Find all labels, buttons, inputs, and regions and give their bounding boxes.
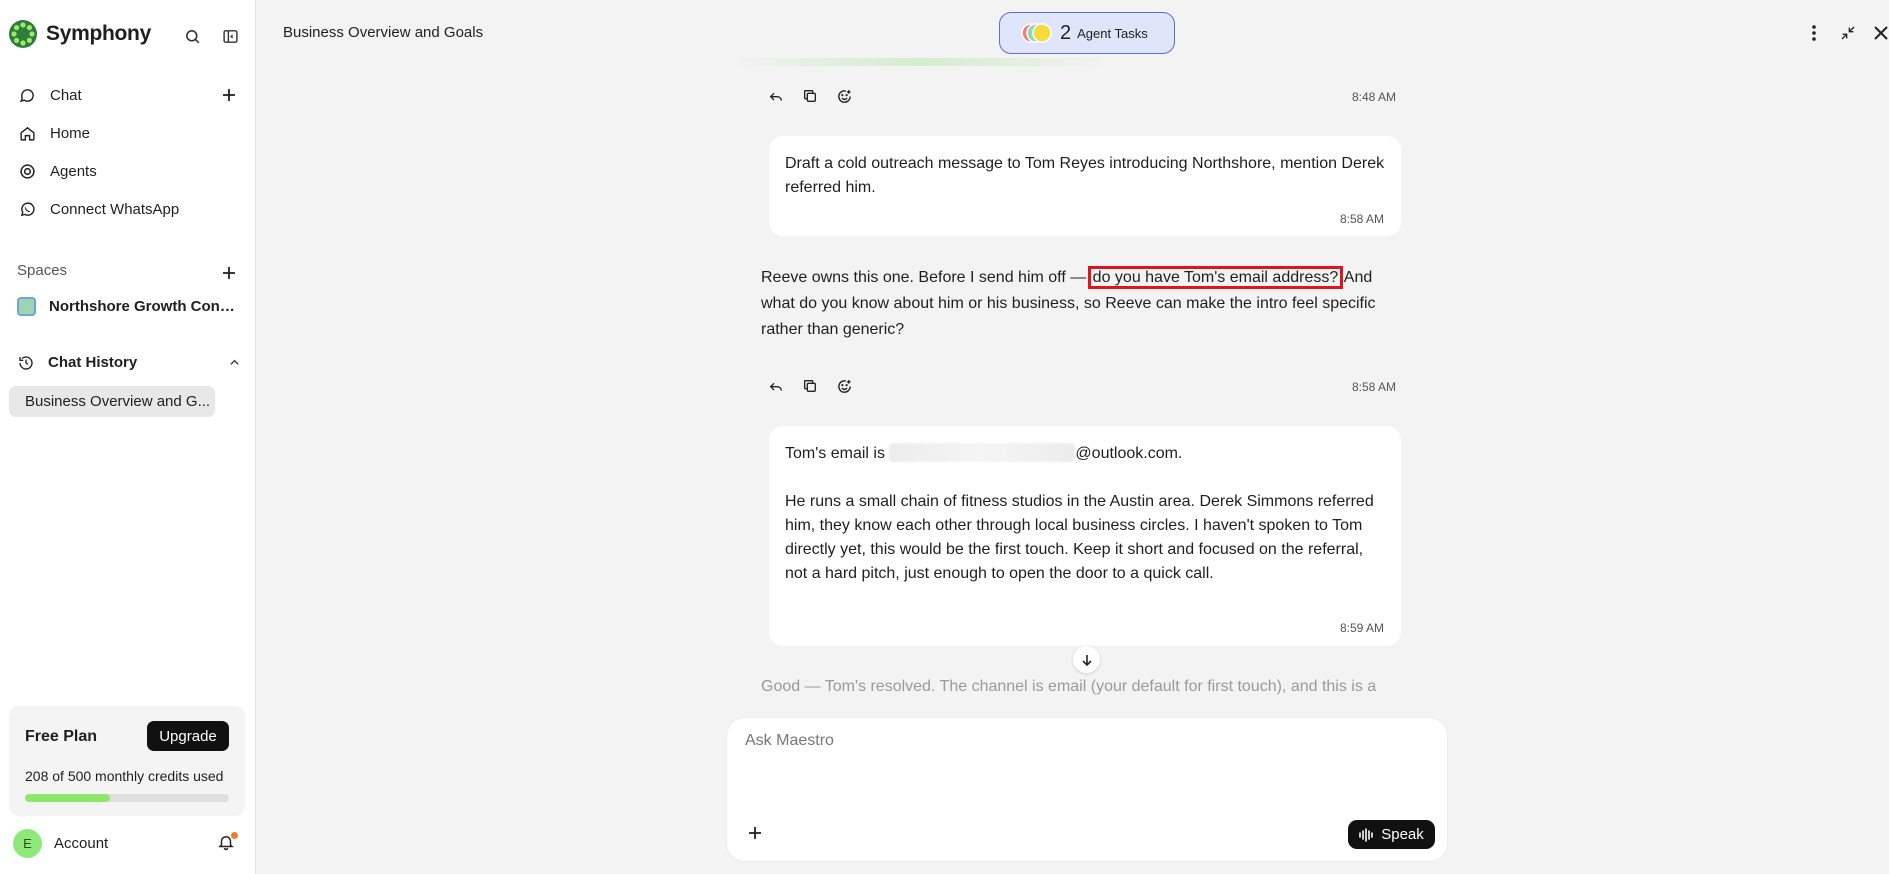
- notification-dot: [231, 832, 238, 839]
- space-item-northshore[interactable]: Northshore Growth Cons...: [17, 297, 242, 316]
- credits-progress-bar: [25, 794, 229, 802]
- notifications-button[interactable]: [217, 832, 238, 853]
- whatsapp-icon: [18, 200, 36, 218]
- sidebar: Symphony Chat Home Agents Connect WhatsA…: [0, 0, 256, 874]
- avatar: E: [13, 829, 42, 858]
- sidebar-item-label: Home: [50, 124, 91, 142]
- ask-input[interactable]: [745, 732, 1425, 750]
- new-chat-button[interactable]: [219, 85, 239, 105]
- chat-history-heading: Chat History: [48, 354, 138, 371]
- reply-icon: [769, 382, 782, 391]
- chat-history-item[interactable]: Business Overview and G...: [9, 386, 215, 417]
- collapse-arrows-icon: [1841, 26, 1855, 40]
- app-name: Symphony: [46, 22, 151, 45]
- speak-label: Speak: [1381, 826, 1424, 843]
- message-text: Tom's email is: [785, 445, 885, 462]
- message-text: Reeve owns this one. Before I send him o…: [761, 269, 1087, 286]
- account-label: Account: [54, 835, 109, 852]
- upgrade-button[interactable]: Upgrade: [147, 721, 229, 751]
- credits-usage-text: 208 of 500 monthly credits used: [25, 768, 224, 784]
- sidebar-item-connect-whatsapp[interactable]: Connect WhatsApp: [18, 192, 242, 226]
- spaces-heading: Spaces: [17, 262, 68, 279]
- minimize-button[interactable]: [1838, 23, 1858, 43]
- plan-card: Free Plan Upgrade 208 of 500 monthly cre…: [9, 706, 245, 816]
- symphony-logo-icon: [9, 20, 37, 48]
- reply-button[interactable]: [766, 376, 786, 396]
- loading-indicator: [730, 58, 1110, 66]
- copy-button[interactable]: [800, 86, 820, 106]
- more-options-button[interactable]: [1804, 23, 1824, 43]
- reply-icon: [769, 92, 782, 101]
- redacted-email: [889, 443, 1076, 462]
- sidebar-item-label: Chat: [50, 86, 82, 104]
- plus-icon: [223, 89, 235, 101]
- credits-progress-fill: [25, 794, 110, 802]
- composer: Speak: [727, 718, 1447, 861]
- collapse-sidebar-button[interactable]: [219, 25, 241, 47]
- more-vertical-icon: [1812, 25, 1816, 41]
- assistant-message: Reeve owns this one. Before I send him o…: [761, 265, 1401, 343]
- message-text: Draft a cold outreach message to Tom Rey…: [785, 155, 1385, 196]
- email-line: Tom's email is @outlook.com.: [785, 442, 1385, 466]
- search-icon: [185, 29, 199, 43]
- message-text: He runs a small chain of fitness studios…: [785, 493, 1374, 582]
- speak-button[interactable]: Speak: [1348, 820, 1435, 849]
- add-space-button[interactable]: [219, 263, 239, 283]
- emoji-add-icon: [837, 379, 851, 393]
- user-message: Tom's email is @outlook.com. He runs a s…: [769, 426, 1401, 646]
- home-icon: [18, 124, 36, 142]
- highlighted-question: do you have Tom's email address?: [1087, 266, 1344, 289]
- sidebar-item-home[interactable]: Home: [18, 116, 242, 150]
- copy-button[interactable]: [800, 376, 820, 396]
- message-actions: [766, 86, 854, 106]
- chat-title: Business Overview and Goals: [283, 24, 484, 41]
- sidebar-item-label: Connect WhatsApp: [50, 200, 180, 218]
- audio-wave-icon: [1359, 827, 1374, 842]
- message-timestamp: 8:48 AM: [1352, 90, 1397, 104]
- user-message: Draft a cold outreach message to Tom Rey…: [769, 136, 1401, 236]
- sidebar-toggle-icon: [222, 29, 238, 43]
- space-name: Northshore Growth Cons...: [49, 298, 239, 315]
- message-actions: [766, 376, 854, 396]
- react-button[interactable]: [834, 376, 854, 396]
- agent-avatars-icon: [1021, 23, 1052, 43]
- close-button[interactable]: [1871, 23, 1889, 43]
- agents-icon: [18, 162, 36, 180]
- sidebar-item-chat[interactable]: Chat: [18, 78, 242, 112]
- message-timestamp: 8:59 AM: [1339, 621, 1384, 635]
- react-button[interactable]: [834, 86, 854, 106]
- agent-tasks-label: Agent Tasks: [1077, 25, 1148, 41]
- message-timestamp: 8:58 AM: [1352, 380, 1397, 394]
- attach-button[interactable]: [745, 823, 765, 843]
- plus-icon: [223, 267, 235, 279]
- copy-icon: [804, 380, 816, 392]
- brand[interactable]: Symphony: [8, 19, 151, 49]
- agent-tasks-count: 2: [1060, 21, 1072, 44]
- close-icon: [1874, 26, 1888, 40]
- sidebar-item-label: Agents: [50, 162, 97, 180]
- plan-title: Free Plan: [25, 728, 98, 745]
- copy-icon: [804, 90, 816, 102]
- chevron-up-icon: [230, 359, 239, 365]
- assistant-message-partial: Good — Tom's resolved. The channel is em…: [761, 678, 1377, 695]
- message-text: @outlook.com.: [1075, 445, 1183, 462]
- emoji-add-icon: [837, 89, 851, 103]
- account-menu[interactable]: E Account: [13, 829, 108, 858]
- arrow-down-icon: [1081, 654, 1092, 666]
- message-timestamp: 8:58 AM: [1339, 212, 1384, 226]
- chat-bubble-icon: [18, 86, 36, 104]
- search-button[interactable]: [181, 25, 203, 47]
- history-icon: [19, 355, 33, 370]
- space-color-swatch: [17, 297, 36, 316]
- scroll-to-bottom-button[interactable]: [1073, 646, 1100, 673]
- sidebar-item-agents[interactable]: Agents: [18, 154, 242, 188]
- reply-button[interactable]: [766, 86, 786, 106]
- agent-tasks-button[interactable]: 2 Agent Tasks: [999, 12, 1175, 54]
- chat-history-toggle[interactable]: Chat History: [18, 354, 240, 371]
- plus-icon: [749, 827, 761, 839]
